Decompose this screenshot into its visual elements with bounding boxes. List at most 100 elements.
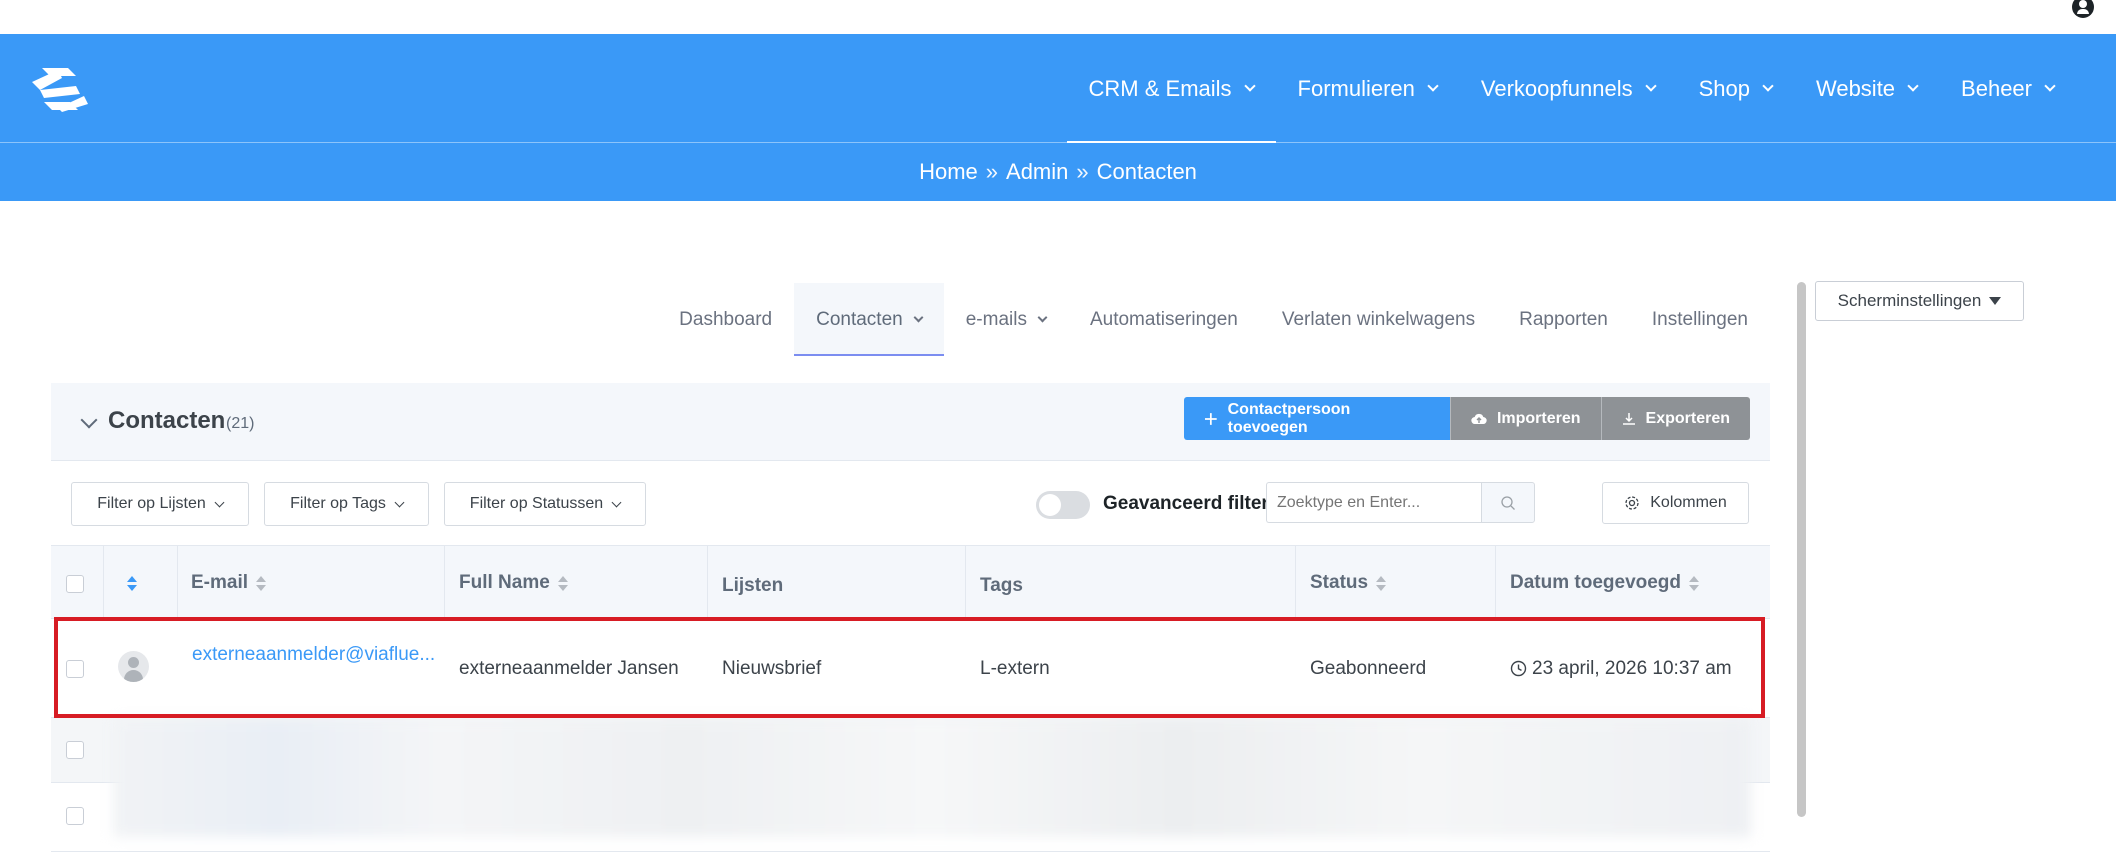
- cloud-upload-icon: [1471, 413, 1487, 424]
- import-button[interactable]: Importeren: [1449, 397, 1601, 440]
- plus-icon: [1204, 412, 1217, 425]
- screen-settings-button[interactable]: Scherminstellingen: [1815, 281, 2024, 321]
- advanced-filter-label: Geavanceerd filter: [1103, 493, 1269, 514]
- breadcrumb-home[interactable]: Home: [919, 159, 978, 185]
- gear-icon: [1625, 496, 1639, 510]
- nav-item-beheer[interactable]: Beheer: [1939, 34, 2076, 143]
- lists-cell: Nieuwsbrief: [722, 620, 962, 717]
- nav-item-verkoopfunnels[interactable]: Verkoopfunnels: [1459, 34, 1677, 143]
- clock-icon: [1510, 660, 1527, 677]
- tab-contacten[interactable]: Contacten: [794, 283, 944, 356]
- add-contact-button[interactable]: Contactpersoon toevoegen: [1183, 397, 1450, 440]
- column-label: Datum toegevoegd: [1510, 572, 1682, 593]
- add-contact-label: Contactpersoon toevoegen: [1227, 400, 1351, 436]
- search-input[interactable]: [1266, 482, 1481, 523]
- column-label: Lijsten: [722, 575, 784, 596]
- fullname-cell: externeaanmelder Jansen: [459, 620, 699, 717]
- table-row[interactable]: externeaanmelder@viaflue... externeaanme…: [51, 620, 1770, 718]
- chevron-down-icon: [1907, 79, 1919, 92]
- chevron-down-icon: [1644, 79, 1657, 92]
- top-admin-bar: [0, 0, 2116, 34]
- panel-header: Contacten (21) Contactpersoon toevoegen …: [51, 383, 1770, 461]
- status-column-header[interactable]: Status: [1310, 546, 1387, 620]
- columns-button[interactable]: Kolommen: [1602, 482, 1749, 524]
- fullname-value: externeaanmelder Jansen: [459, 657, 679, 679]
- column-label: E-mail: [191, 572, 249, 593]
- screen-settings-label: Scherminstellingen: [1837, 291, 1982, 310]
- filter-statuses-button[interactable]: Filter op Statussen: [444, 482, 646, 526]
- tab-label: Contacten: [816, 308, 903, 330]
- tab-label: Instellingen: [1651, 308, 1748, 330]
- nav-item-formulieren[interactable]: Formulieren: [1276, 34, 1459, 143]
- filter-lists-button[interactable]: Filter op Lijsten: [71, 482, 249, 526]
- nav-item-crm-emails[interactable]: CRM & Emails: [1066, 34, 1276, 144]
- sort-icon[interactable]: [557, 575, 568, 591]
- date-value: 23 april, 2026 10:37 am: [1532, 657, 1732, 679]
- avatar-icon: [118, 651, 149, 682]
- contacts-panel: Contacten (21) Contactpersoon toevoegen …: [51, 383, 1770, 852]
- tags-cell: L-extern: [980, 620, 1280, 717]
- nav-item-label: Verkoopfunnels: [1480, 75, 1633, 101]
- tab-instellingen[interactable]: Instellingen: [1630, 283, 1770, 356]
- export-button[interactable]: Exporteren: [1600, 397, 1750, 440]
- blurred-rows: [113, 719, 1751, 837]
- collapse-chevron-icon[interactable]: [80, 411, 98, 429]
- tab-automatiseringen[interactable]: Automatiseringen: [1068, 283, 1260, 356]
- chevron-down-icon: [913, 312, 924, 322]
- chevron-down-icon: [1762, 79, 1774, 92]
- fullname-column-header[interactable]: Full Name: [459, 546, 568, 620]
- tab-verlaten-winkelwagens[interactable]: Verlaten winkelwagens: [1260, 283, 1497, 356]
- email-cell: externeaanmelder@viaflue...: [192, 606, 437, 703]
- breadcrumb-current: Contacten: [1096, 159, 1197, 184]
- sort-icon[interactable]: [127, 575, 137, 591]
- main-nav: CRM & Emails Formulieren Verkoopfunnels …: [1066, 34, 2076, 144]
- filter-bar: Filter op Lijsten Filter op Tags Filter …: [51, 462, 1770, 550]
- status-cell: Geabonneerd: [1310, 620, 1490, 717]
- avatar-column-header[interactable]: [127, 546, 137, 620]
- breadcrumb-admin[interactable]: Admin: [1006, 159, 1068, 185]
- panel-title: Contacten: [108, 407, 226, 434]
- sort-icon[interactable]: [256, 575, 267, 591]
- email-link[interactable]: externeaanmelder@viaflue...: [192, 644, 435, 666]
- logo-icon[interactable]: [28, 64, 92, 114]
- tab-rapporten[interactable]: Rapporten: [1497, 283, 1630, 356]
- lists-column-header: Lijsten: [722, 549, 783, 623]
- row-checkbox[interactable]: [66, 660, 84, 678]
- tab-label: Rapporten: [1519, 308, 1608, 330]
- column-label: Tags: [980, 575, 1023, 596]
- search-icon: [1501, 495, 1515, 510]
- row-checkbox[interactable]: [66, 807, 84, 825]
- column-label: Status: [1310, 572, 1369, 593]
- tab-label: Dashboard: [679, 308, 773, 330]
- nav-item-shop[interactable]: Shop: [1677, 34, 1794, 143]
- tab-label: e-mails: [965, 308, 1027, 330]
- chevron-down-icon: [1243, 79, 1256, 92]
- tab-dashboard[interactable]: Dashboard: [657, 283, 794, 356]
- vertical-scrollbar[interactable]: [1797, 282, 1806, 817]
- column-label: Full Name: [459, 572, 550, 593]
- tags-column-header: Tags: [980, 549, 1023, 623]
- nav-item-label: Formulieren: [1297, 75, 1415, 101]
- filter-statuses-label: Filter op Statussen: [469, 495, 604, 512]
- nav-item-website[interactable]: Website: [1794, 34, 1939, 143]
- filter-tags-button[interactable]: Filter op Tags: [264, 482, 429, 526]
- nav-item-label: Shop: [1698, 75, 1750, 101]
- chevron-down-icon: [214, 497, 225, 507]
- user-icon[interactable]: [2072, 0, 2094, 18]
- row-checkbox[interactable]: [66, 741, 84, 759]
- lists-value: Nieuwsbrief: [722, 657, 822, 679]
- import-label: Importeren: [1496, 409, 1581, 427]
- date-column-header[interactable]: Datum toegevoegd: [1510, 546, 1700, 620]
- select-all-checkbox[interactable]: [66, 575, 84, 593]
- search-button[interactable]: [1481, 482, 1535, 523]
- tab-label: Automatiseringen: [1089, 308, 1238, 330]
- sort-icon[interactable]: [1376, 575, 1387, 591]
- status-value: Geabonneerd: [1310, 657, 1427, 679]
- sort-icon[interactable]: [1689, 575, 1700, 591]
- tags-value: L-extern: [980, 657, 1050, 679]
- sub-nav: Dashboard Contacten e-mails Automatiseri…: [0, 283, 1770, 356]
- chevron-down-icon: [2044, 79, 2056, 92]
- nav-item-label: CRM & Emails: [1088, 75, 1232, 101]
- tab-emails[interactable]: e-mails: [944, 283, 1068, 356]
- advanced-filter-toggle[interactable]: [1036, 491, 1090, 519]
